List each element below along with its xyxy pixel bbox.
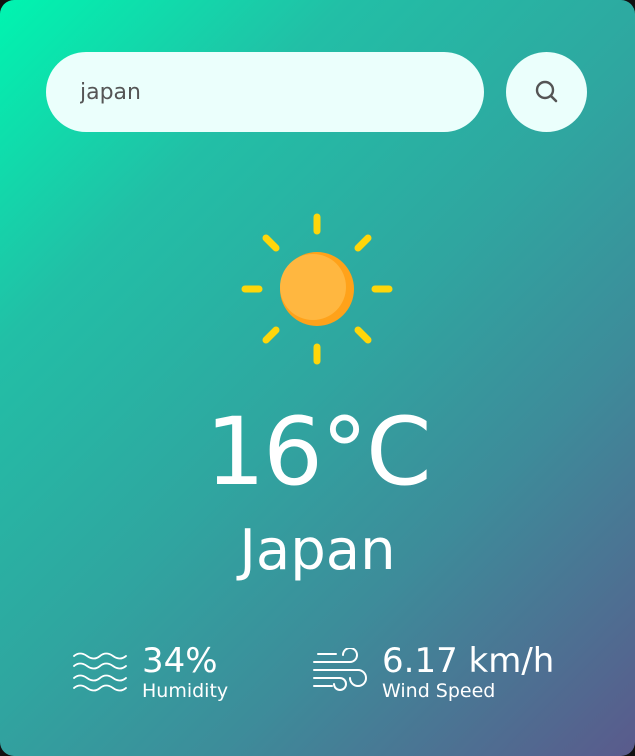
search-icon [535,80,557,103]
search-input[interactable] [46,52,484,132]
waves-icon [73,652,127,692]
humidity-label: Humidity [142,680,229,702]
sun-icon [241,213,393,365]
city-name: Japan [239,518,396,583]
temperature: 16°C [205,398,431,507]
humidity-value: 34% [142,641,218,681]
wind-value: 6.17 km/h [382,641,555,681]
weather-card: 16°C Japan 34% Humidity 6 [0,0,635,756]
humidity-stat: 34% Humidity [72,642,228,702]
search-button[interactable] [506,52,587,132]
wind-label: Wind Speed [382,680,496,702]
wind-icon [313,648,367,691]
wind-stat: 6.17 km/h Wind Speed [312,642,554,702]
